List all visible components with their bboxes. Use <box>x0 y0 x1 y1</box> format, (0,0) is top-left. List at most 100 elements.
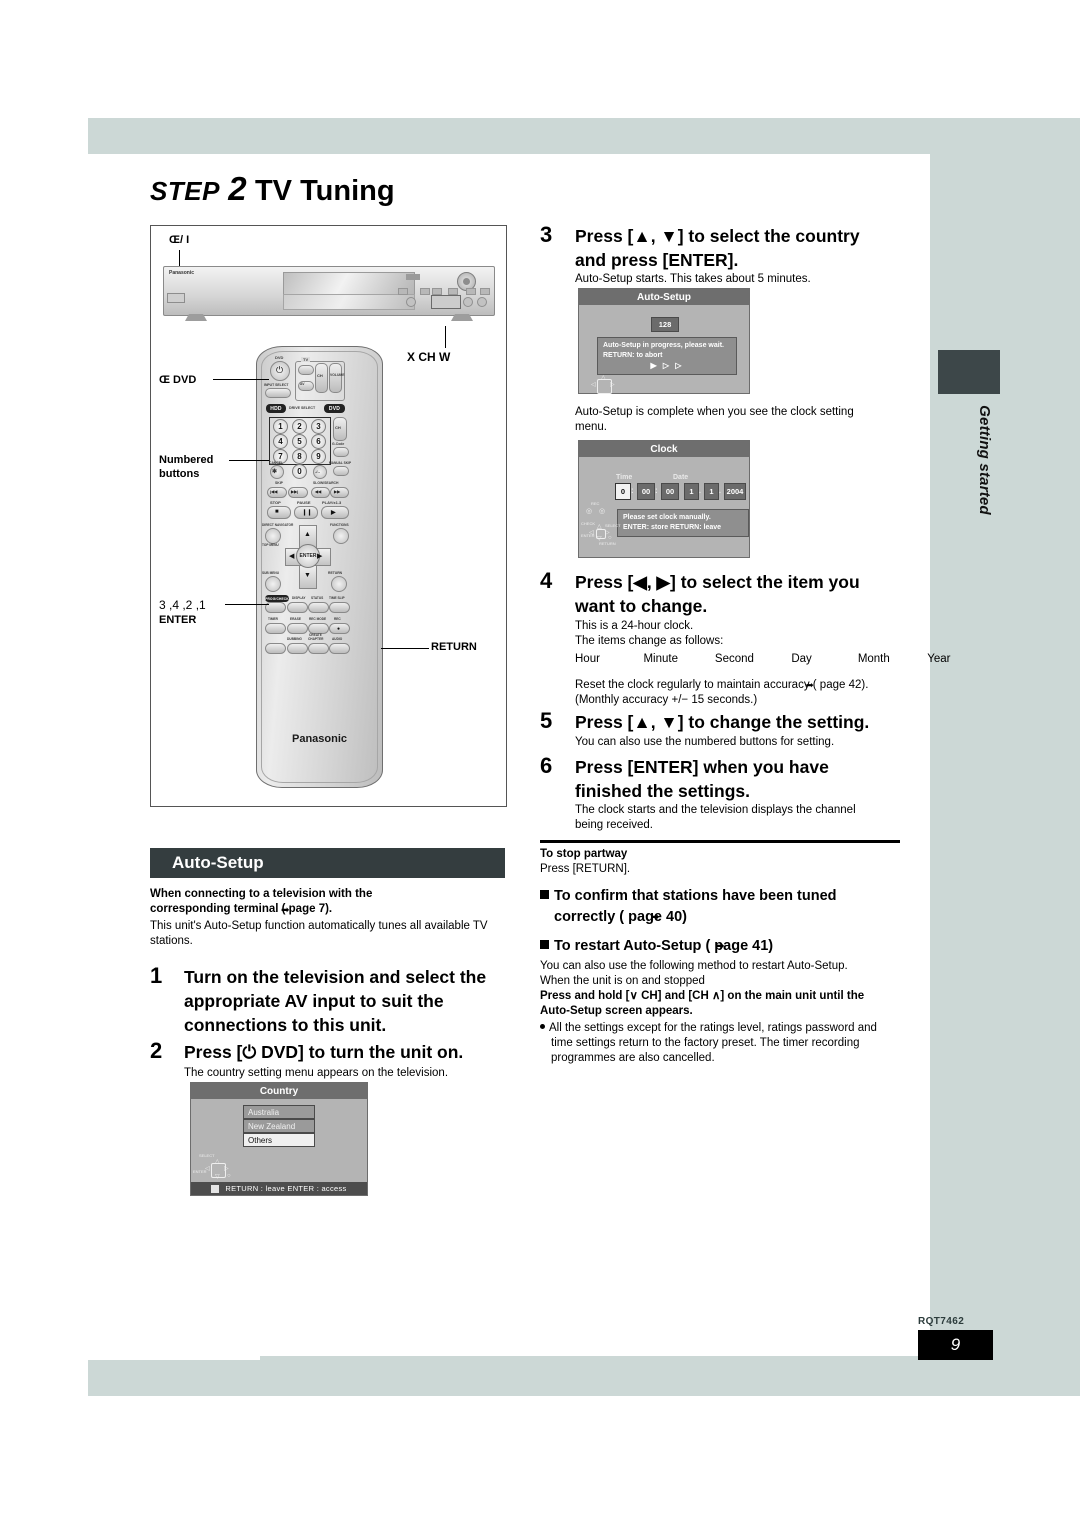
confirm-block-heading-2: correctly ( page 40) <box>554 909 687 925</box>
stop-label: STOP <box>270 500 281 505</box>
osd-clock-hour[interactable]: 0 <box>615 483 631 500</box>
cursor-down-icon: ▼ <box>304 572 311 579</box>
bullet-dot-icon <box>540 1024 545 1029</box>
osd-clock-minute[interactable]: 00 <box>637 483 655 500</box>
disc-tray-lower <box>283 294 415 310</box>
page-title-step: STEP <box>150 176 220 206</box>
step-4-sub-1: This is a 24-hour clock. <box>575 620 694 632</box>
cursor-keys-callout-2: ENTER <box>159 614 197 626</box>
osd-country-option-others[interactable]: Others <box>243 1133 315 1147</box>
step-4-item-day: Day <box>791 653 812 665</box>
manual-skip-button[interactable] <box>333 466 349 476</box>
unit-channel-buttons <box>431 295 461 309</box>
osd-clock-year[interactable]: 2004 <box>724 483 746 500</box>
format-logo <box>406 274 420 280</box>
osd-clock-month[interactable]: 1 <box>704 483 719 500</box>
unit-button <box>480 288 490 295</box>
restart-block-bullet-2: time settings return to the factory pres… <box>551 1037 860 1049</box>
unit-button <box>432 288 442 295</box>
step-4-note-2: (Monthly accuracy +/− 15 seconds.) <box>575 694 758 706</box>
restart-block-bullet-text-1: All the settings except for the ratings … <box>549 1022 877 1034</box>
rec-label: REC <box>334 617 341 621</box>
step-3-sub2-line-1: Auto-Setup is complete when you see the … <box>575 406 854 418</box>
create-chapter-label-2: CHAPTER <box>308 637 324 641</box>
power-button-label: Œ/ I <box>169 234 190 246</box>
direct-navigator-button[interactable] <box>265 528 281 544</box>
tv-volume-rocker[interactable] <box>329 363 342 393</box>
audio-button[interactable] <box>329 643 350 654</box>
document-code: RQT7462 <box>918 1316 965 1327</box>
section-header-autosetup: Auto-Setup <box>150 848 505 878</box>
unit-button <box>448 288 458 295</box>
restart-block-bullet-3: programmes are also cancelled. <box>551 1052 715 1064</box>
erase-button[interactable] <box>287 623 308 634</box>
step-6-line-1: Press [ENTER] when you have <box>575 757 829 777</box>
osd-nav-down-icon: ▽ <box>597 536 602 542</box>
osd-clock-select-label: SELECT <box>605 523 621 528</box>
tv-channel-rocker[interactable] <box>315 363 328 393</box>
osd-nav-left-icon: ◁ <box>205 1166 210 1172</box>
timer-button[interactable] <box>265 623 286 634</box>
remote-brand-logo: Panasonic <box>291 733 348 745</box>
cursor-keys-callout-1: 3 ,4 ,2 ,1 <box>159 598 206 612</box>
display-button[interactable] <box>287 602 308 613</box>
number-button-2[interactable]: 2 <box>292 419 307 434</box>
status-button[interactable] <box>308 602 329 613</box>
dvd-power-callout: Œ DVD <box>159 374 197 386</box>
input-select-button[interactable] <box>265 388 291 398</box>
time-slip-button[interactable] <box>329 602 350 613</box>
autosetup-intro-bold-1: When connecting to a television with the <box>150 888 373 900</box>
create-chapter-button[interactable] <box>308 643 329 654</box>
osd-clock-nav-hint: REC ◎ ◎ CHECK SELECT ENTER RETURN △ ◁ ▷ … <box>581 501 621 551</box>
tv-power-button[interactable] <box>298 365 314 375</box>
rewind-icon: ◀◀ <box>315 489 322 494</box>
autosetup-intro-1: This unit's Auto-Setup function automati… <box>150 920 488 932</box>
functions-button[interactable] <box>333 528 349 544</box>
osd-clock-day[interactable]: 1 <box>684 483 699 500</box>
step-4-line-1: Press [◀, ▶] to select the item you <box>575 572 860 592</box>
sub-menu-button[interactable] <box>265 576 281 592</box>
restart-block-bold-2: Auto-Setup screen appears. <box>540 1005 693 1017</box>
pause-label: PAUSE <box>297 500 311 505</box>
osd-clock-message: Please set clock manually. ENTER: store … <box>617 509 749 537</box>
osd-country-option-australia[interactable]: Australia <box>243 1105 315 1119</box>
number-button-5[interactable]: 5 <box>292 434 307 449</box>
number-button-6[interactable]: 6 <box>311 434 326 449</box>
unit-power-button <box>167 293 185 303</box>
number-button-0[interactable]: 0 <box>292 464 307 479</box>
leader-line-ch <box>445 326 446 348</box>
hdd-button[interactable]: HDD <box>266 404 286 413</box>
section-header-label: Auto-Setup <box>172 853 264 872</box>
number-button-4[interactable]: 4 <box>273 434 288 449</box>
extra-button-1[interactable] <box>265 643 286 654</box>
dubbing-button[interactable] <box>287 643 308 654</box>
gcode-button[interactable] <box>333 447 349 457</box>
asterisk-icon: ✱ <box>272 469 278 475</box>
osd-country-option-new-zealand[interactable]: New Zealand <box>243 1119 315 1133</box>
remote-control: DVD ⏻ INPUT SELECT TV AV CH VOLUME HDD D… <box>256 346 383 788</box>
unit-small-button <box>477 297 487 307</box>
ch-label: CH <box>317 373 323 378</box>
dubbing-label: DUBBING <box>287 637 302 641</box>
step-4-items: Hour Minute Second Day Month Year <box>575 649 951 667</box>
number-button-1[interactable]: 1 <box>273 419 288 434</box>
return-button[interactable] <box>331 576 347 592</box>
number-button-9[interactable]: 9 <box>311 449 326 464</box>
number-button-8[interactable]: 8 <box>292 449 307 464</box>
stop-button[interactable] <box>267 506 291 519</box>
osd-autosetup-message-line-2: RETURN: to abort <box>603 352 663 359</box>
stop-partway-heading: To stop partway <box>540 848 628 860</box>
osd-clock-message-line-1: Please set clock manually. <box>623 514 711 521</box>
osd-clock-second[interactable]: 00 <box>661 483 679 500</box>
dvd-drive-button[interactable]: DVD <box>324 404 345 413</box>
remote-dvd-label: DVD <box>275 355 284 360</box>
osd-check-icon: ◎ <box>599 508 606 515</box>
return-label: RETURN <box>328 571 343 575</box>
slow-search-label: SLOW/SEARCH <box>313 481 339 485</box>
osd-nav-up-icon: △ <box>601 375 606 381</box>
number-button-3[interactable]: 3 <box>311 419 326 434</box>
pause-icon: ❙❙ <box>302 510 313 516</box>
play-icon: ▶ <box>331 510 336 516</box>
osd-nav-right-icon: ▷ <box>224 1166 229 1172</box>
time-slip-label: TIME SLIP <box>329 596 345 600</box>
